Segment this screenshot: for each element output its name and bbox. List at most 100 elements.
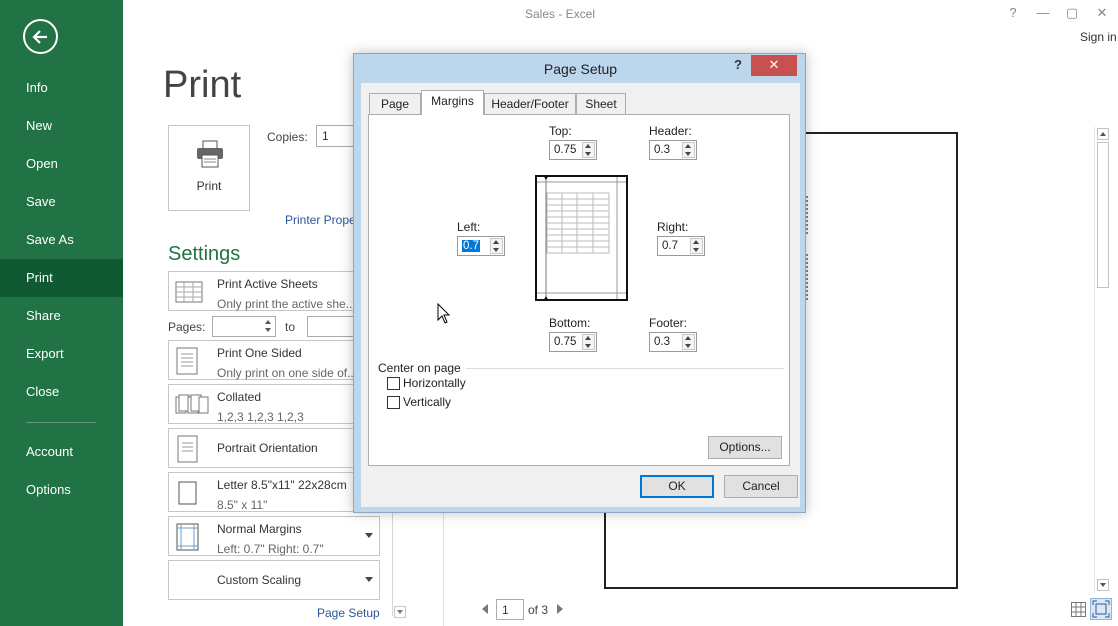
restore-icon[interactable]: ▢ bbox=[1062, 5, 1082, 21]
left-margin-label: Left: bbox=[457, 220, 481, 234]
help-icon[interactable]: ? bbox=[1003, 5, 1023, 20]
close-window-icon[interactable]: ✕ bbox=[1092, 5, 1112, 21]
copies-input[interactable]: 1 bbox=[316, 125, 358, 147]
scroll-down-arrow-icon[interactable] bbox=[1097, 579, 1109, 591]
footer-margin-value[interactable]: 0.3 bbox=[654, 336, 670, 348]
nav-options[interactable]: Options bbox=[0, 471, 123, 509]
tab-margins[interactable]: Margins bbox=[421, 90, 484, 115]
bottom-margin-label: Bottom: bbox=[549, 316, 591, 330]
sign-in-link[interactable]: Sign in bbox=[1080, 30, 1117, 44]
setting-title: Collated bbox=[217, 390, 262, 404]
one-sided-icon bbox=[176, 347, 198, 375]
collated-icon bbox=[175, 394, 209, 414]
center-on-page-label: Center on page bbox=[378, 361, 461, 375]
sides-dropdown[interactable]: Print One Sided Only print on one side o… bbox=[168, 340, 380, 380]
scroll-up-arrow-icon[interactable] bbox=[1097, 128, 1109, 140]
spinner-arrows[interactable] bbox=[682, 142, 695, 158]
horizontally-label[interactable]: Horizontally bbox=[403, 376, 466, 390]
collation-dropdown[interactable]: Collated 1,2,3 1,2,3 1,2,3 bbox=[168, 384, 380, 424]
scroll-thumb[interactable] bbox=[1097, 142, 1109, 288]
preview-scrollbar[interactable] bbox=[1094, 127, 1110, 593]
nav-close[interactable]: Close bbox=[0, 373, 123, 411]
setting-subtitle: Left: 0.7" Right: 0.7" bbox=[217, 542, 324, 556]
setting-subtitle: 1,2,3 1,2,3 1,2,3 bbox=[217, 410, 304, 424]
nav-info[interactable]: Info bbox=[0, 69, 123, 107]
top-margin-value[interactable]: 0.75 bbox=[554, 144, 576, 156]
spinner-arrows[interactable] bbox=[582, 142, 595, 158]
left-margin-value[interactable]: 0.7 bbox=[462, 240, 480, 252]
dialog-help-icon[interactable]: ? bbox=[734, 57, 742, 72]
nav-print[interactable]: Print bbox=[0, 259, 123, 297]
bottom-margin-value[interactable]: 0.75 bbox=[554, 336, 576, 348]
margins-dropdown[interactable]: Normal Margins Left: 0.7" Right: 0.7" bbox=[168, 516, 380, 556]
ok-button[interactable]: OK bbox=[640, 475, 714, 498]
nav-open[interactable]: Open bbox=[0, 145, 123, 183]
pages-label: Pages: bbox=[168, 320, 206, 334]
minimize-icon[interactable]: — bbox=[1033, 5, 1053, 20]
vertically-label[interactable]: Vertically bbox=[403, 395, 451, 409]
nav-save-as[interactable]: Save As bbox=[0, 221, 123, 259]
mouse-cursor-icon bbox=[437, 303, 451, 324]
tab-sheet[interactable]: Sheet bbox=[576, 93, 626, 114]
right-margin-spinner[interactable]: 0.7 bbox=[657, 236, 705, 256]
setting-subtitle: Only print on one side of... bbox=[217, 366, 358, 380]
header-margin-value[interactable]: 0.3 bbox=[654, 144, 670, 156]
scroll-down-arrow-icon[interactable] bbox=[394, 606, 406, 618]
back-arrow-icon bbox=[32, 30, 47, 44]
orientation-dropdown[interactable]: Portrait Orientation bbox=[168, 428, 380, 468]
nav-export[interactable]: Export bbox=[0, 335, 123, 373]
page-title: Print bbox=[163, 64, 242, 106]
printer-properties-link[interactable]: Printer Prope bbox=[285, 213, 356, 227]
pages-from-input[interactable] bbox=[212, 316, 276, 337]
header-margin-label: Header: bbox=[649, 124, 692, 138]
tab-header-footer[interactable]: Header/Footer bbox=[484, 93, 576, 114]
setting-subtitle: 8.5" x 11" bbox=[217, 498, 268, 512]
show-margins-icon[interactable] bbox=[1071, 602, 1086, 617]
print-what-dropdown[interactable]: Print Active Sheets Only print the activ… bbox=[168, 271, 380, 311]
paper-size-icon bbox=[178, 481, 197, 505]
paper-size-dropdown[interactable]: Letter 8.5"x11" 22x28cm 8.5" x 11" bbox=[168, 472, 380, 512]
nav-save[interactable]: Save bbox=[0, 183, 123, 221]
pages-from-spinner[interactable] bbox=[264, 319, 273, 334]
nav-account[interactable]: Account bbox=[0, 433, 123, 471]
horizontally-checkbox[interactable] bbox=[387, 377, 400, 390]
left-margin-spinner[interactable]: 0.7 bbox=[457, 236, 505, 256]
footer-margin-spinner[interactable]: 0.3 bbox=[649, 332, 697, 352]
spinner-arrows[interactable] bbox=[490, 238, 503, 254]
vertically-checkbox[interactable] bbox=[387, 396, 400, 409]
page-count-label: of 3 bbox=[528, 603, 549, 617]
sidebar-divider bbox=[26, 422, 96, 423]
spinner-arrows[interactable] bbox=[690, 238, 703, 254]
print-button[interactable]: Print bbox=[168, 125, 250, 211]
scaling-dropdown[interactable]: Custom Scaling bbox=[168, 560, 380, 600]
tab-page[interactable]: Page bbox=[369, 93, 421, 114]
bottom-margin-spinner[interactable]: 0.75 bbox=[549, 332, 597, 352]
options-button[interactable]: Options... bbox=[708, 436, 782, 459]
nav-new[interactable]: New bbox=[0, 107, 123, 145]
page-setup-link[interactable]: Page Setup bbox=[317, 606, 380, 620]
sheets-icon bbox=[175, 281, 203, 303]
setting-title: Print One Sided bbox=[217, 346, 302, 360]
header-margin-spinner[interactable]: 0.3 bbox=[649, 140, 697, 160]
setting-title: Portrait Orientation bbox=[217, 441, 318, 455]
print-button-label: Print bbox=[196, 179, 222, 193]
settings-scrollbar[interactable] bbox=[392, 510, 406, 616]
cancel-button[interactable]: Cancel bbox=[724, 475, 798, 498]
zoom-to-page-icon[interactable] bbox=[1090, 598, 1112, 620]
spinner-arrows[interactable] bbox=[682, 334, 695, 350]
pages-to-input[interactable] bbox=[307, 316, 357, 337]
margin-preview-image bbox=[535, 175, 628, 301]
current-page-input[interactable]: 1 bbox=[496, 599, 524, 620]
right-margin-value[interactable]: 0.7 bbox=[662, 240, 678, 252]
nav-share[interactable]: Share bbox=[0, 297, 123, 335]
dialog-close-button[interactable]: ✕ bbox=[751, 55, 797, 76]
previous-page-icon[interactable] bbox=[482, 604, 488, 614]
setting-subtitle: Only print the active she... bbox=[217, 297, 356, 311]
spinner-arrows[interactable] bbox=[582, 334, 595, 350]
back-button[interactable] bbox=[23, 19, 58, 54]
backstage-sidebar: Info New Open Save Save As Print Share E… bbox=[0, 0, 123, 626]
portrait-icon bbox=[177, 435, 198, 463]
margins-icon bbox=[176, 523, 199, 551]
top-margin-spinner[interactable]: 0.75 bbox=[549, 140, 597, 160]
next-page-icon[interactable] bbox=[557, 604, 563, 614]
